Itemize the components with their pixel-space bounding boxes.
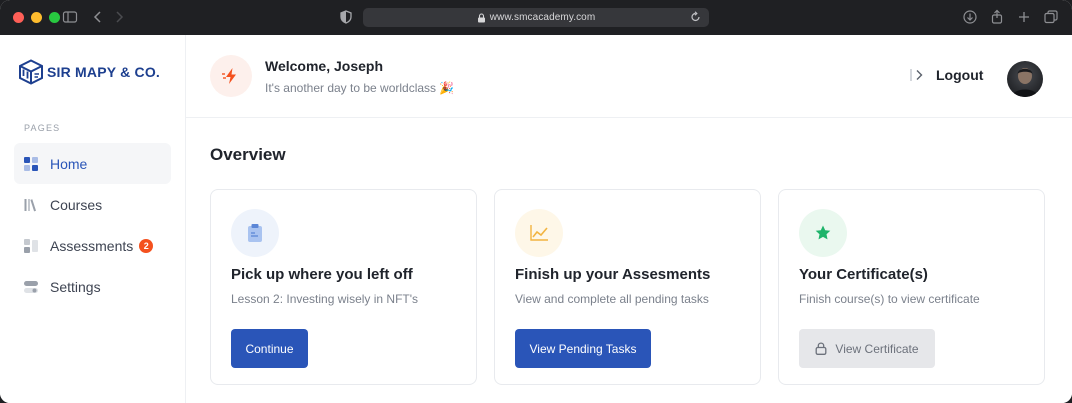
browser-window: www.smcacademy.com SIR MAPY & CO. PAGES … (0, 0, 1072, 403)
app-container: SIR MAPY & CO. PAGES Home Courses Assess… (0, 35, 1072, 403)
card-title: Your Certificate(s) (799, 266, 928, 283)
top-bar: Welcome, Joseph It's another day to be w… (186, 35, 1072, 118)
sidebar-item-label: Settings (50, 278, 101, 295)
clipboard-icon (231, 209, 279, 257)
address-bar[interactable]: www.smcacademy.com (363, 8, 709, 27)
download-icon[interactable] (962, 9, 978, 25)
avatar[interactable] (1007, 61, 1043, 97)
sidebar-item-settings[interactable]: Settings (14, 266, 171, 307)
forward-icon[interactable] (111, 9, 127, 25)
sidebar-item-label: Home (50, 155, 88, 172)
grid-icon (24, 156, 38, 171)
continue-button[interactable]: Continue (231, 329, 308, 368)
section-title: Overview (210, 145, 286, 164)
welcome-title: Welcome, Joseph (265, 58, 384, 74)
logout-icon (910, 69, 923, 81)
sidebar-item-label: Assessments (50, 237, 134, 254)
lightning-icon (210, 55, 252, 97)
logo-text: SIR MAPY & CO. (47, 64, 161, 80)
notification-badge: 2 (139, 238, 154, 253)
shield-icon[interactable] (338, 9, 354, 25)
close-window-button[interactable] (13, 12, 24, 23)
logo[interactable]: SIR MAPY & CO. (18, 59, 160, 85)
card-certificate: Your Certificate(s) Finish course(s) to … (778, 189, 1045, 385)
window-controls (13, 12, 60, 23)
assessment-icon (24, 238, 38, 253)
card-description: Lesson 2: Investing wisely in NFT's (231, 292, 419, 306)
new-tab-icon[interactable] (1016, 9, 1032, 25)
sidebar-item-assessments[interactable]: Assessments 2 (14, 225, 171, 266)
sidebar-nav: Home Courses Assessments 2 Settings (14, 143, 171, 307)
button-label: View Certificate (835, 341, 919, 356)
sidebar-item-courses[interactable]: Courses (14, 184, 171, 225)
back-icon[interactable] (90, 9, 106, 25)
card-assessments: Finish up your Assesments View and compl… (494, 189, 761, 385)
card-description: View and complete all pending tasks (515, 292, 709, 306)
sidebar-item-label: Courses (50, 196, 103, 213)
main-content: Welcome, Joseph It's another day to be w… (186, 35, 1072, 403)
card-title: Finish up your Assesments (515, 266, 711, 283)
logout-button[interactable]: Logout (910, 67, 983, 83)
share-icon[interactable] (989, 9, 1005, 25)
sidebar: SIR MAPY & CO. PAGES Home Courses Assess… (0, 35, 186, 403)
view-pending-tasks-button[interactable]: View Pending Tasks (515, 329, 651, 368)
overview-cards: Pick up where you left off Lesson 2: Inv… (210, 189, 1045, 385)
lock-icon (477, 12, 485, 22)
reload-icon[interactable] (690, 11, 701, 23)
minimize-window-button[interactable] (31, 12, 42, 23)
sidebar-item-home[interactable]: Home (14, 143, 171, 184)
nav-section-label: PAGES (24, 123, 61, 133)
books-icon (24, 198, 37, 211)
star-icon (799, 209, 847, 257)
chart-line-icon (515, 209, 563, 257)
view-certificate-button[interactable]: View Certificate (799, 329, 935, 368)
sidebar-toggle-icon[interactable] (62, 9, 78, 25)
card-title: Pick up where you left off (231, 266, 413, 283)
toggle-icon (24, 280, 38, 293)
logo-cube-icon (19, 59, 43, 85)
lock-icon (815, 342, 827, 355)
welcome-subtitle: It's another day to be worldclass 🎉 (265, 81, 455, 95)
card-description: Finish course(s) to view certificate (799, 292, 980, 306)
url-text: www.smcacademy.com (489, 12, 596, 23)
tab-overview-icon[interactable] (1043, 9, 1059, 25)
browser-toolbar: www.smcacademy.com (0, 0, 1072, 35)
card-continue-lesson: Pick up where you left off Lesson 2: Inv… (210, 189, 477, 385)
logout-label: Logout (936, 67, 984, 83)
maximize-window-button[interactable] (49, 12, 60, 23)
